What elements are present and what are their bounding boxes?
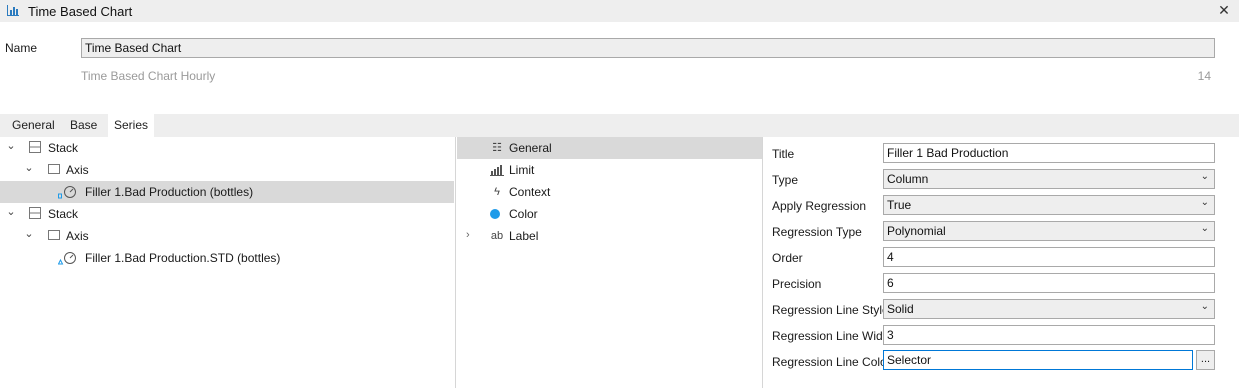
title-input[interactable] [883,143,1215,163]
prop-label-type: Type [772,173,799,187]
tree-item-stack[interactable]: ⌄ Stack [0,203,454,225]
color-dot-icon [490,209,500,219]
chevron-down-icon: ⌄ [1200,301,1209,312]
tree-item-label: Filler 1.Bad Production (bottles) [85,185,254,199]
series-tree: ⌄ Stack ⌄ Axis Filler 1.Bad Production (… [0,137,456,388]
tree-item-label: Stack [48,141,79,155]
select-value: Solid [887,302,914,316]
category-label: Color [509,207,538,221]
category-label: Label [509,229,539,243]
apply-regression-select[interactable]: True ⌄ [883,195,1215,215]
category-general[interactable]: ☷ General [457,137,762,159]
tab-series[interactable]: Series [108,114,155,137]
name-input[interactable] [81,38,1215,58]
tree-item-label: Stack [48,207,79,221]
count-text: 14 [1197,69,1211,83]
prop-label-precision: Precision [772,277,822,291]
tree-item-stack[interactable]: ⌄ Stack [0,137,454,159]
chevron-down-icon: ⌄ [1200,171,1209,182]
tree-item-label: Axis [66,163,89,177]
prop-label-regression-type: Regression Type [772,225,862,239]
tree-item-axis[interactable]: ⌄ Axis [0,225,454,247]
line-style-select[interactable]: Solid ⌄ [883,299,1215,319]
tree-item-series[interactable]: Filler 1.Bad Production.STD (bottles) [0,247,454,269]
line-color-input[interactable]: Selector [883,350,1193,370]
prop-label-line-color: Regression Line Color [772,355,891,369]
tab-strip: General Base Series [0,114,1239,137]
select-value: Column [887,172,929,186]
select-value: True [887,198,912,212]
gauge-icon [58,252,76,265]
category-list: ☷ General Limit ϟ Context Color › ab Lab… [457,137,763,388]
list-icon: ☷ [492,142,502,154]
tree-item-series[interactable]: Filler 1.Bad Production (bottles) [0,181,454,203]
line-width-input[interactable] [883,325,1215,345]
prop-label-line-style: Regression Line Style [772,303,889,317]
stack-icon [29,207,41,219]
close-icon[interactable]: ✕ [1217,2,1231,18]
select-value: Polynomial [887,224,946,238]
subtitle-text: Time Based Chart Hourly [81,69,216,83]
chevron-down-icon: ⌄ [1200,223,1209,234]
tree-item-label: Axis [66,229,89,243]
category-label: Limit [509,163,535,177]
limit-icon [490,165,504,176]
chevron-down-icon[interactable]: ⌄ [23,162,35,174]
name-label: Name [5,41,38,55]
tab-base[interactable]: Base [64,114,103,137]
bar-chart-icon [7,5,19,16]
category-label-item[interactable]: › ab Label [457,225,762,247]
category-label: General [509,141,552,155]
category-color[interactable]: Color [457,203,762,225]
prop-label-apply-regression: Apply Regression [772,199,867,213]
axis-icon [48,230,60,240]
chevron-down-icon[interactable]: ⌄ [5,206,17,218]
tree-item-label: Filler 1.Bad Production.STD (bottles) [85,251,281,265]
axis-icon [48,164,60,174]
chevron-down-icon[interactable]: ⌄ [5,140,17,152]
lightning-icon: ϟ [494,186,500,198]
tab-general[interactable]: General [6,114,61,137]
properties-panel: Title Type Column ⌄ Apply Regression Tru… [764,137,1239,388]
color-picker-button[interactable]: ... [1196,350,1215,370]
category-context[interactable]: ϟ Context [457,181,762,203]
category-label: Context [509,185,551,199]
regression-type-select[interactable]: Polynomial ⌄ [883,221,1215,241]
chevron-right-icon[interactable]: › [466,229,470,241]
text-ab-icon: ab [490,230,504,242]
prop-label-title: Title [772,147,795,161]
stack-icon [29,141,41,153]
tree-item-axis[interactable]: ⌄ Axis [0,159,454,181]
prop-label-order: Order [772,251,803,265]
gauge-icon [58,186,76,199]
window-title: Time Based Chart [28,4,133,19]
prop-label-line-width: Regression Line Width [772,329,893,343]
title-bar: Time Based Chart ✕ [0,0,1239,22]
chevron-down-icon[interactable]: ⌄ [23,228,35,240]
chevron-down-icon: ⌄ [1200,197,1209,208]
category-limit[interactable]: Limit [457,159,762,181]
order-input[interactable] [883,247,1215,267]
type-select[interactable]: Column ⌄ [883,169,1215,189]
precision-input[interactable] [883,273,1215,293]
